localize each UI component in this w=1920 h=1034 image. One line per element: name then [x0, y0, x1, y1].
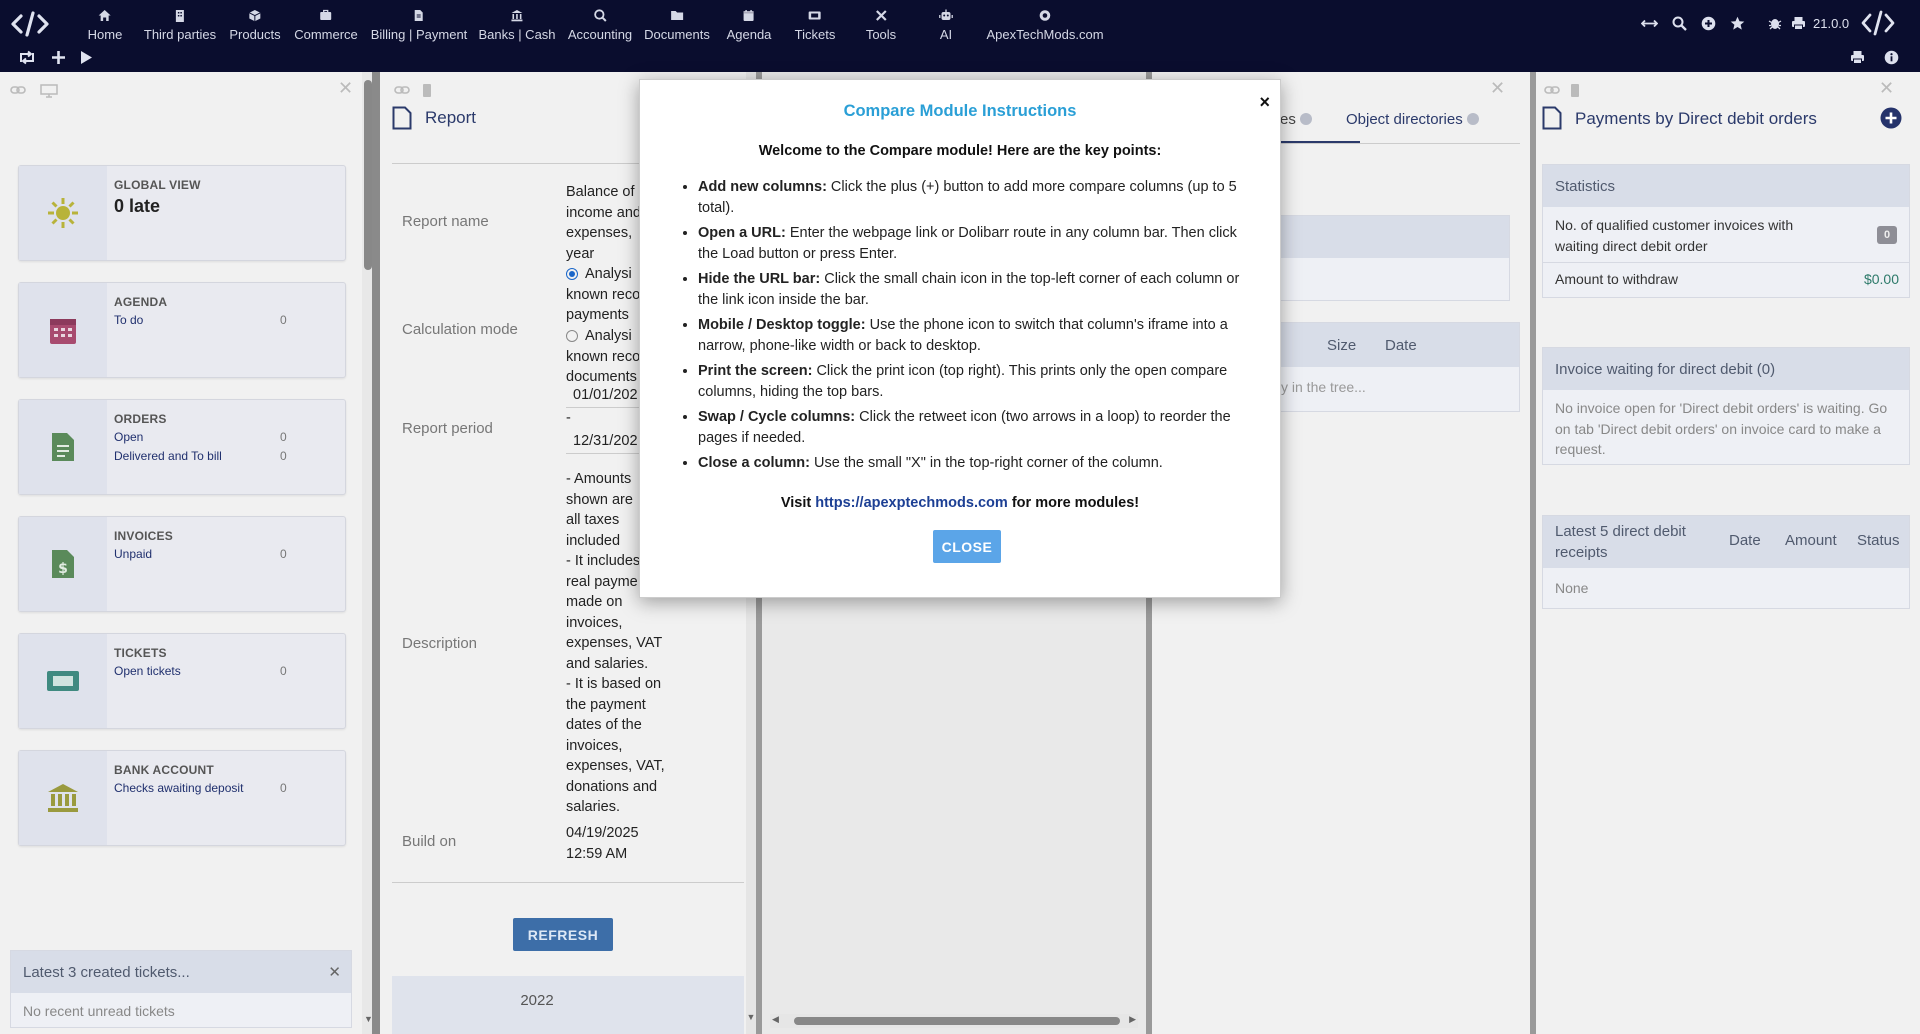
modal-title: Compare Module Instructions — [843, 102, 1077, 120]
list-item: Close a column: Use the small "X" in the… — [698, 453, 1258, 474]
modal-overlay: × Compare Module Instructions Welcome to… — [0, 0, 1920, 1034]
list-item: Open a URL: Enter the webpage link or Do… — [698, 223, 1258, 264]
list-item: Swap / Cycle columns: Click the retweet … — [698, 407, 1258, 448]
list-item: Add new columns: Click the plus (+) butt… — [698, 177, 1258, 218]
visit-line: Visit https://apexptechmods.com for more… — [780, 495, 1140, 511]
instructions-list: Add new columns: Click the plus (+) butt… — [698, 177, 1258, 479]
apextechmods-link[interactable]: https://apexptechmods.com — [815, 495, 1008, 511]
modal-intro: Welcome to the Compare module! Here are … — [758, 143, 1162, 159]
list-item: Hide the URL bar: Click the small chain … — [698, 269, 1258, 310]
list-item: Mobile / Desktop toggle: Use the phone i… — [698, 315, 1258, 356]
close-button[interactable]: CLOSE — [933, 530, 1001, 563]
list-item: Print the screen: Click the print icon (… — [698, 361, 1258, 402]
compare-instructions-modal: × Compare Module Instructions Welcome to… — [639, 79, 1281, 598]
